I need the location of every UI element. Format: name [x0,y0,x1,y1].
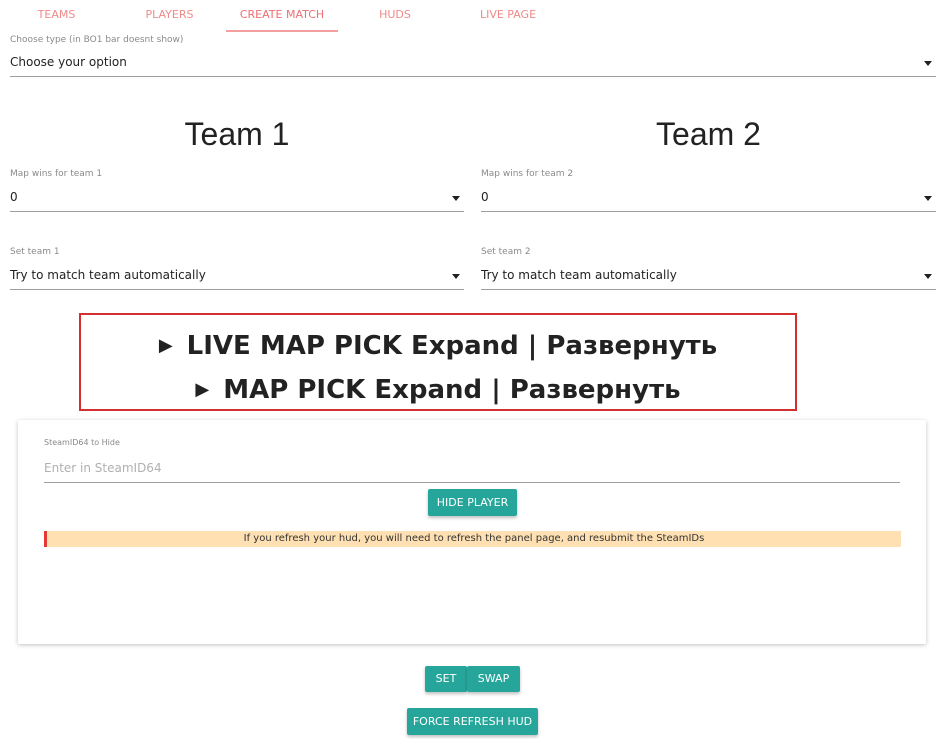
caret-down-icon [924,196,932,201]
swap-button[interactable]: SWAP [467,666,520,692]
refresh-warning: If you refresh your hud, you will need t… [44,531,901,547]
team2-set-team-label: Set team 2 [481,247,531,257]
caret-down-icon [924,61,932,66]
expand-triangle-icon: ▶ [195,379,210,400]
tab-bar: TEAMS PLAYERS CREATE MATCH HUDS LIVE PAG… [0,0,947,32]
expand-triangle-icon: ▶ [158,335,173,356]
map-pick-highlight-box: ▶ LIVE MAP PICK Expand | Развернуть ▶ MAP … [79,313,797,411]
force-refresh-hud-button[interactable]: FORCE REFRESH HUD [407,708,538,735]
steamid-label: SteamID64 to Hide [44,438,120,447]
map-pick-toggle[interactable]: ▶ MAP PICK Expand | Развернуть [81,375,795,405]
team2-map-wins-label: Map wins for team 2 [481,169,574,179]
caret-down-icon [452,196,460,201]
tab-live-page[interactable]: LIVE PAGE [452,0,564,30]
hide-player-card: SteamID64 to Hide HIDE PLAYER If you ref… [18,420,926,644]
type-select[interactable]: Choose your option [10,50,936,77]
team2-set-team-select[interactable]: Try to match team automatically [481,263,936,290]
set-button[interactable]: SET [425,666,467,692]
team2-map-wins-value: 0 [481,190,489,204]
team2-set-team-value: Try to match team automatically [481,268,677,282]
hide-player-button[interactable]: HIDE PLAYER [428,489,517,516]
team2-title: Team 2 [656,116,761,152]
tab-huds[interactable]: HUDS [338,0,452,30]
caret-down-icon [452,274,460,279]
team1-map-wins-select[interactable]: 0 [10,185,464,212]
team1-set-team-select[interactable]: Try to match team automatically [10,263,464,290]
live-map-pick-label: LIVE MAP PICK Expand | Развернуть [186,331,718,361]
team2-map-wins-select[interactable]: 0 [481,185,936,212]
live-map-pick-toggle[interactable]: ▶ LIVE MAP PICK Expand | Развернуть [81,331,795,361]
team1-map-wins-label: Map wins for team 1 [10,169,103,179]
team1-set-team-value: Try to match team automatically [10,268,206,282]
tab-teams[interactable]: TEAMS [0,0,113,30]
team1-title: Team 1 [184,116,290,152]
steamid-input[interactable] [44,454,900,483]
tab-create-match[interactable]: CREATE MATCH [226,0,338,32]
caret-down-icon [924,274,932,279]
type-select-value: Choose your option [10,55,127,69]
type-select-label: Choose type (in BO1 bar doesnt show) [10,35,184,45]
tab-players[interactable]: PLAYERS [113,0,226,30]
map-pick-label: MAP PICK Expand | Развернуть [223,375,681,405]
team1-map-wins-value: 0 [10,190,18,204]
team1-set-team-label: Set team 1 [10,247,60,257]
